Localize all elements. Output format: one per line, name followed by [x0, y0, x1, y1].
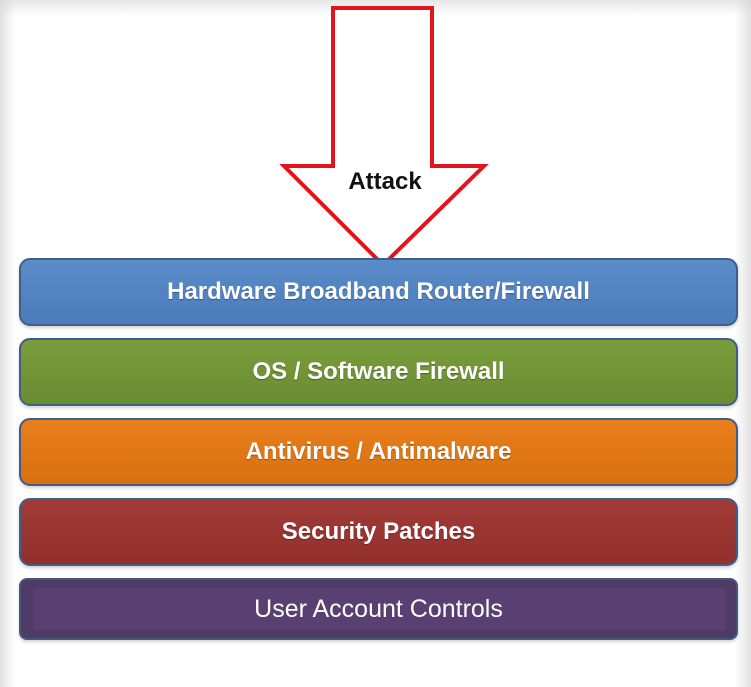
layer-label: Hardware Broadband Router/Firewall [167, 278, 590, 305]
layer-hardware-router-firewall: Hardware Broadband Router/Firewall [19, 258, 738, 326]
security-layers-stack: Hardware Broadband Router/Firewall OS / … [19, 258, 738, 640]
layer-user-account-controls: User Account Controls [19, 578, 738, 640]
layer-label: User Account Controls [254, 594, 503, 623]
layer-security-patches: Security Patches [19, 498, 738, 566]
layer-antivirus-antimalware: Antivirus / Antimalware [19, 418, 738, 486]
layer-os-software-firewall: OS / Software Firewall [19, 338, 738, 406]
attack-arrow-shape [279, 6, 489, 268]
layer-label: Security Patches [281, 518, 476, 545]
layer-label: OS / Software Firewall [252, 358, 505, 385]
attack-label: Attack [348, 168, 422, 195]
attack-arrow [279, 6, 489, 268]
layer-label: Antivirus / Antimalware [245, 438, 512, 465]
